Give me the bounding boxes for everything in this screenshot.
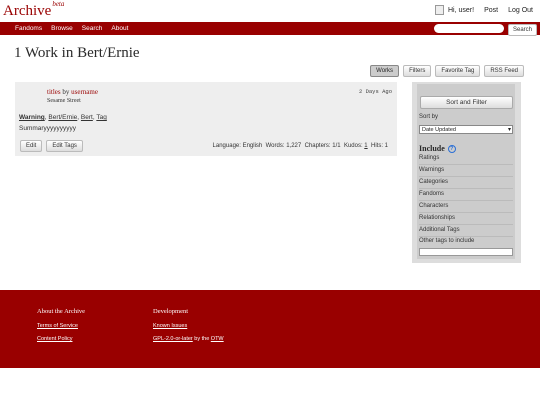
- words-label: Words:: [265, 143, 285, 149]
- works-button[interactable]: Works: [370, 65, 400, 77]
- fandom-heading: Sesame Street: [47, 98, 81, 104]
- language-value: English: [242, 143, 263, 149]
- other-tags-input[interactable]: [419, 248, 513, 256]
- work-tags: Warning, Bert/Ernie, Bert, Tag: [19, 114, 107, 121]
- by-text: by: [62, 88, 70, 96]
- hits-label: Hits:: [370, 143, 383, 149]
- archive-logo[interactable]: Archivebeta: [3, 0, 64, 20]
- top-header: Archivebeta Hi, user! Post Log Out: [0, 0, 540, 22]
- footer-development-heading: Development: [153, 308, 189, 315]
- chapters-label: Chapters:: [304, 143, 331, 149]
- filter-panel: Sort and Filter Sort by Date Updated ▾ I…: [412, 82, 521, 263]
- tag-relationship[interactable]: Bert/Ernie: [48, 114, 77, 121]
- tag-character[interactable]: Bert: [81, 114, 93, 121]
- footer-about-heading: About the Archive: [37, 308, 86, 315]
- facet-categories[interactable]: Categories: [419, 177, 513, 189]
- sort-by-label: Sort by: [419, 114, 439, 120]
- nav-fandoms[interactable]: Fandoms: [15, 25, 42, 32]
- edit-button[interactable]: Edit: [20, 140, 43, 152]
- work-heading: titles by username: [47, 88, 98, 96]
- license-by-text: by the: [194, 336, 210, 342]
- work-edit-actions: Edit Edit Tags: [20, 140, 83, 152]
- nav-about[interactable]: About: [111, 25, 128, 32]
- footer-about: About the Archive Terms of Service Conte…: [37, 308, 85, 349]
- logout-link[interactable]: Log Out: [508, 7, 533, 14]
- edit-tags-button[interactable]: Edit Tags: [46, 140, 83, 152]
- nav-browse[interactable]: Browse: [51, 25, 73, 32]
- other-tags-label: Other tags to include: [419, 238, 475, 244]
- facet-characters[interactable]: Characters: [419, 201, 513, 213]
- hits-value: 1: [384, 143, 388, 149]
- work-stats: Language: English Words: 1,227 Chapters:…: [213, 143, 388, 149]
- sort-by-value: Date Updated: [422, 127, 456, 133]
- words-value: 1,227: [286, 143, 302, 149]
- sort-by-select[interactable]: Date Updated ▾: [419, 125, 513, 134]
- known-issues-link[interactable]: Known Issues: [153, 323, 187, 329]
- avatar-icon: [435, 5, 444, 15]
- footer-development: Development Known Issues GPL-2.0-or-late…: [153, 308, 224, 349]
- facet-warnings[interactable]: Warnings: [419, 165, 513, 177]
- tag-freeform[interactable]: Tag: [96, 114, 106, 121]
- page-title: 1 Work in Bert/Ernie: [14, 45, 140, 61]
- user-area: Hi, user! Post Log Out: [435, 5, 533, 15]
- nav-search[interactable]: Search: [82, 25, 103, 32]
- sort-and-filter-button[interactable]: Sort and Filter: [420, 96, 513, 109]
- post-link[interactable]: Post: [484, 7, 498, 14]
- facet-additional-tags[interactable]: Additional Tags: [419, 225, 513, 237]
- filters-button[interactable]: Filters: [403, 65, 432, 77]
- otw-link[interactable]: OTW: [211, 336, 224, 342]
- chapters-value: 1/1: [332, 143, 341, 149]
- kudos-link[interactable]: 1: [364, 143, 367, 149]
- greeting-text: Hi, user!: [448, 6, 475, 14]
- favorite-tag-button[interactable]: Favorite Tag: [435, 65, 481, 77]
- main-nav: Fandoms Browse Search About Search: [0, 22, 540, 36]
- site-footer: About the Archive Terms of Service Conte…: [0, 290, 540, 368]
- facet-relationships[interactable]: Relationships: [419, 213, 513, 225]
- tag-warning[interactable]: Warning: [19, 114, 45, 121]
- terms-of-service-link[interactable]: Terms of Service: [37, 323, 78, 329]
- index-actions: Works Filters Favorite Tag RSS Feed: [370, 65, 524, 77]
- rss-feed-button[interactable]: RSS Feed: [484, 65, 524, 77]
- help-icon[interactable]: ?: [447, 144, 456, 153]
- work-title-link[interactable]: titles: [47, 88, 61, 96]
- author-link[interactable]: username: [71, 88, 98, 96]
- search-button[interactable]: Search: [508, 24, 537, 36]
- fandom-link[interactable]: Sesame Street: [47, 98, 81, 104]
- user-greeting[interactable]: Hi, user!: [435, 5, 474, 15]
- include-heading: Include ?: [419, 144, 456, 153]
- search-input[interactable]: [434, 24, 504, 33]
- facet-fandoms[interactable]: Fandoms: [419, 189, 513, 201]
- language-label: Language:: [212, 143, 241, 149]
- license-link[interactable]: GPL-2.0-or-later: [153, 336, 193, 342]
- kudos-label: Kudos:: [343, 143, 363, 149]
- work-blurb: titles by username Sesame Street 2 Days …: [15, 82, 397, 156]
- work-summary: Summaryyyyyyyyyy: [19, 125, 77, 132]
- content-policy-link[interactable]: Content Policy: [37, 336, 72, 342]
- facet-ratings[interactable]: Ratings: [419, 153, 513, 165]
- work-date: 2 Days Ago: [358, 88, 392, 95]
- chevron-down-icon: ▾: [507, 127, 511, 133]
- include-text: Include: [419, 144, 445, 153]
